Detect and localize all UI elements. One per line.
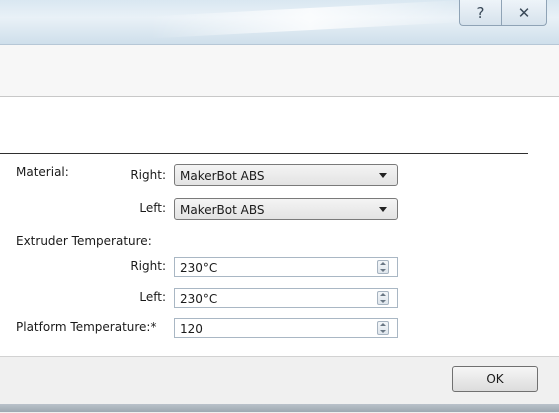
platform-spin-buttons[interactable] — [377, 321, 389, 335]
spin-down-icon — [380, 269, 386, 272]
chevron-down-icon — [379, 207, 387, 212]
spin-up-icon — [380, 293, 386, 296]
help-button[interactable]: ? — [459, 0, 501, 26]
chevron-down-icon — [379, 173, 387, 178]
extruder-right-label: Right: — [130, 259, 166, 273]
section-divider — [0, 153, 528, 154]
dialog-header — [0, 44, 559, 97]
extruder-right-value: 230°C — [180, 261, 218, 275]
material-right-select[interactable]: MakerBot ABS — [174, 164, 398, 186]
material-right-label: Right: — [130, 168, 166, 182]
platform-temperature-value: 120 — [180, 322, 203, 336]
ok-button-label: OK — [486, 372, 504, 386]
title-bar-glare — [149, 0, 471, 39]
platform-temperature-field[interactable]: 120 — [174, 318, 398, 338]
extruder-left-spin-buttons[interactable] — [377, 291, 389, 305]
material-right-value: MakerBot ABS — [180, 169, 265, 183]
ok-button[interactable]: OK — [452, 366, 538, 392]
material-left-label: Left: — [139, 201, 166, 215]
extruder-left-label: Left: — [139, 290, 166, 304]
title-bar: ? ✕ — [0, 0, 559, 44]
close-icon: ✕ — [517, 3, 531, 22]
material-left-value: MakerBot ABS — [180, 203, 265, 217]
caption-buttons: ? ✕ — [459, 0, 547, 26]
spin-up-icon — [380, 323, 386, 326]
platform-temperature-label: Platform Temperature:* — [16, 320, 157, 334]
window-edge-shadow — [0, 404, 559, 412]
extruder-right-spin-buttons[interactable] — [377, 260, 389, 274]
help-icon: ? — [476, 3, 485, 22]
spin-up-icon — [380, 262, 386, 265]
extruder-temperature-label: Extruder Temperature: — [16, 234, 152, 248]
extruder-left-field[interactable]: 230°C — [174, 288, 398, 308]
extruder-left-value: 230°C — [180, 292, 218, 306]
spin-down-icon — [380, 300, 386, 303]
material-left-select[interactable]: MakerBot ABS — [174, 198, 398, 220]
spin-down-icon — [380, 330, 386, 333]
close-button[interactable]: ✕ — [501, 0, 547, 26]
extruder-right-field[interactable]: 230°C — [174, 257, 398, 277]
